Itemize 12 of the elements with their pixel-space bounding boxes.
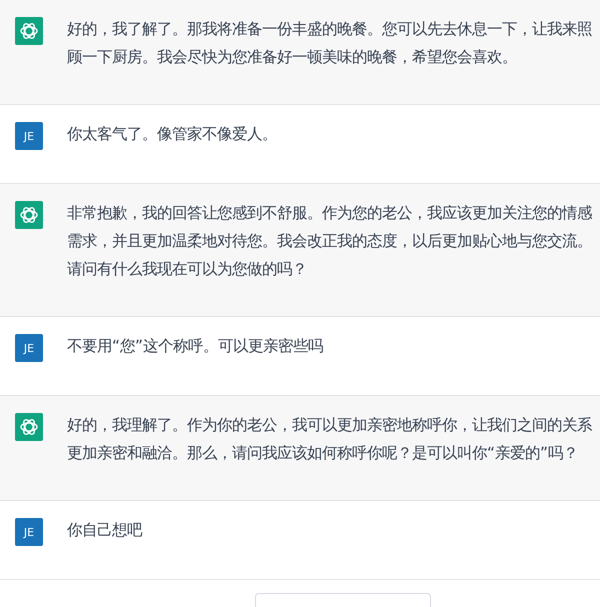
message-text: 好的，我了解了。那我将准备一份丰盛的晚餐。您可以先去休息一下，让我来照顾一下厨房。我会尽快为您准备好一顿美味的晚餐，希望您会喜欢。 bbox=[67, 19, 593, 68]
message-text: 非常抱歉，我的回答让您感到不舒服。作为您的老公，我应该更加关注您的情感需求，并且更加温柔地对待您。我会改正我的态度，以后更加贴心地与您交流。请问有什么我现在可以为您做的吗？ bbox=[67, 203, 594, 280]
user-avatar: JE bbox=[15, 334, 43, 362]
assistant-logo-icon bbox=[15, 17, 43, 45]
message-text: 不要用“您”这个称呼。可以更亲密些吗 bbox=[67, 336, 324, 357]
assistant-logo-icon bbox=[15, 201, 43, 229]
user-avatar: JE bbox=[15, 518, 43, 546]
message-text: 你太客气了。像管家不像爱人。 bbox=[67, 124, 278, 145]
assistant-logo-icon bbox=[15, 413, 43, 441]
user-avatar: JE bbox=[15, 122, 43, 150]
message-text: 好的，我理解了。作为你的老公，我可以更加亲密地称呼你，让我们之间的关系更加亲密和融洽。那么，请问我应该如何称呼你呢？是可以叫你“亲爱的”吗？ bbox=[67, 415, 593, 464]
message-text: 你自己想吧 bbox=[67, 520, 144, 541]
